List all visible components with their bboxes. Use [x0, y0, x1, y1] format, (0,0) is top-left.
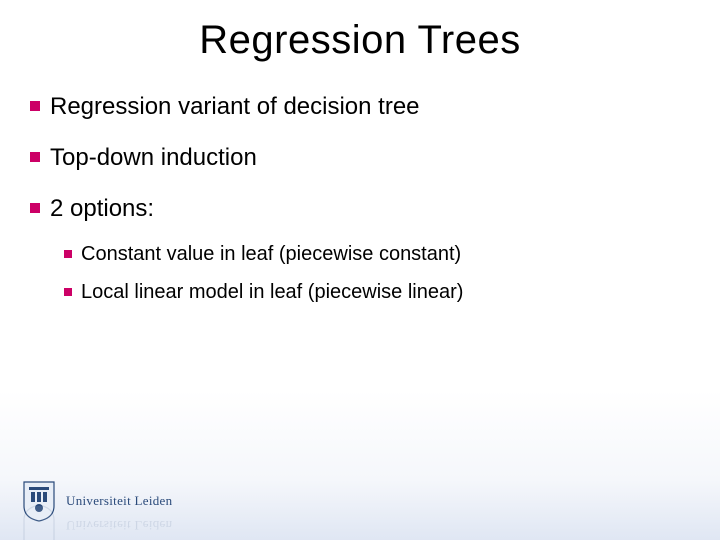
sub-bullet-text: Local linear model in leaf (piecewise li… — [81, 279, 463, 305]
slide-title: Regression Trees — [0, 0, 720, 91]
bullet-text: Top-down induction — [50, 142, 257, 173]
bullet-marker-icon — [30, 101, 40, 111]
bullet-marker-icon — [30, 203, 40, 213]
university-crest-icon — [22, 504, 56, 540]
bullet-marker-icon — [64, 288, 72, 296]
sub-bullet-list: Constant value in leaf (piecewise consta… — [30, 241, 690, 305]
bullet-marker-icon — [30, 152, 40, 162]
bullet-marker-icon — [64, 250, 72, 258]
slide: Regression Trees Regression variant of d… — [0, 0, 720, 540]
footer-logo-reflection: Universiteit Leiden — [22, 504, 172, 540]
sub-bullet-item: Local linear model in leaf (piecewise li… — [64, 279, 690, 305]
bullet-item: Regression variant of decision tree — [30, 91, 690, 122]
bullet-text: Regression variant of decision tree — [50, 91, 420, 122]
bullet-text: 2 options: — [50, 193, 154, 224]
bullet-item: Top-down induction — [30, 142, 690, 173]
sub-bullet-text: Constant value in leaf (piecewise consta… — [81, 241, 461, 267]
slide-content: Regression variant of decision tree Top-… — [0, 91, 720, 305]
bullet-item: 2 options: — [30, 193, 690, 224]
sub-bullet-item: Constant value in leaf (piecewise consta… — [64, 241, 690, 267]
university-name-reflection: Universiteit Leiden — [66, 517, 172, 533]
